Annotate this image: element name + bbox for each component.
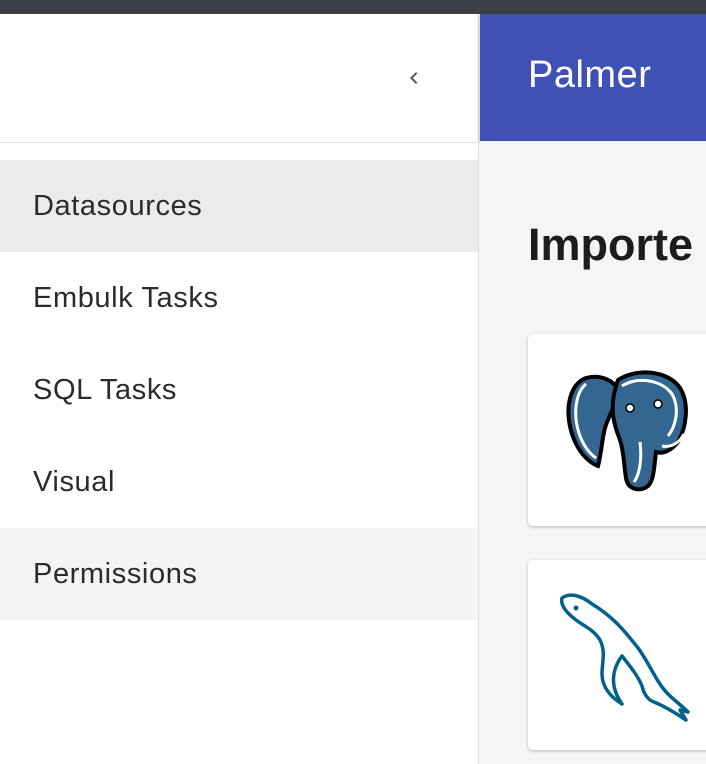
app-bar: Palmer xyxy=(480,14,706,141)
collapse-drawer-button[interactable] xyxy=(394,58,434,98)
nav-item-label: SQL Tasks xyxy=(33,373,178,406)
chevron-left-icon xyxy=(410,72,418,84)
page-heading: Importe xyxy=(528,219,694,270)
main-content: Importe xyxy=(480,141,706,764)
nav-list: Datasources Embulk Tasks SQL Tasks Visua… xyxy=(0,160,478,620)
nav-item-label: Embulk Tasks xyxy=(33,281,219,314)
nav-item-label: Datasources xyxy=(33,189,203,222)
nav-item-embulk-tasks[interactable]: Embulk Tasks xyxy=(0,252,478,344)
datasource-card-postgresql[interactable] xyxy=(528,334,706,526)
app-title: Palmer xyxy=(528,54,652,96)
nav-item-label: Visual xyxy=(33,465,116,498)
drawer-header xyxy=(0,14,478,143)
nav-item-permissions[interactable]: Permissions xyxy=(0,528,478,620)
nav-item-visual[interactable]: Visual xyxy=(0,436,478,528)
nav-item-datasources[interactable]: Datasources xyxy=(0,160,478,252)
datasource-card-mysql[interactable] xyxy=(528,560,706,750)
postgresql-elephant-icon xyxy=(566,370,688,492)
navigation-drawer: Datasources Embulk Tasks SQL Tasks Visua… xyxy=(0,14,479,764)
mysql-dolphin-icon xyxy=(559,593,690,722)
window-top-bar xyxy=(0,0,706,14)
nav-item-sql-tasks[interactable]: SQL Tasks xyxy=(0,344,478,436)
nav-item-label: Permissions xyxy=(33,557,198,590)
